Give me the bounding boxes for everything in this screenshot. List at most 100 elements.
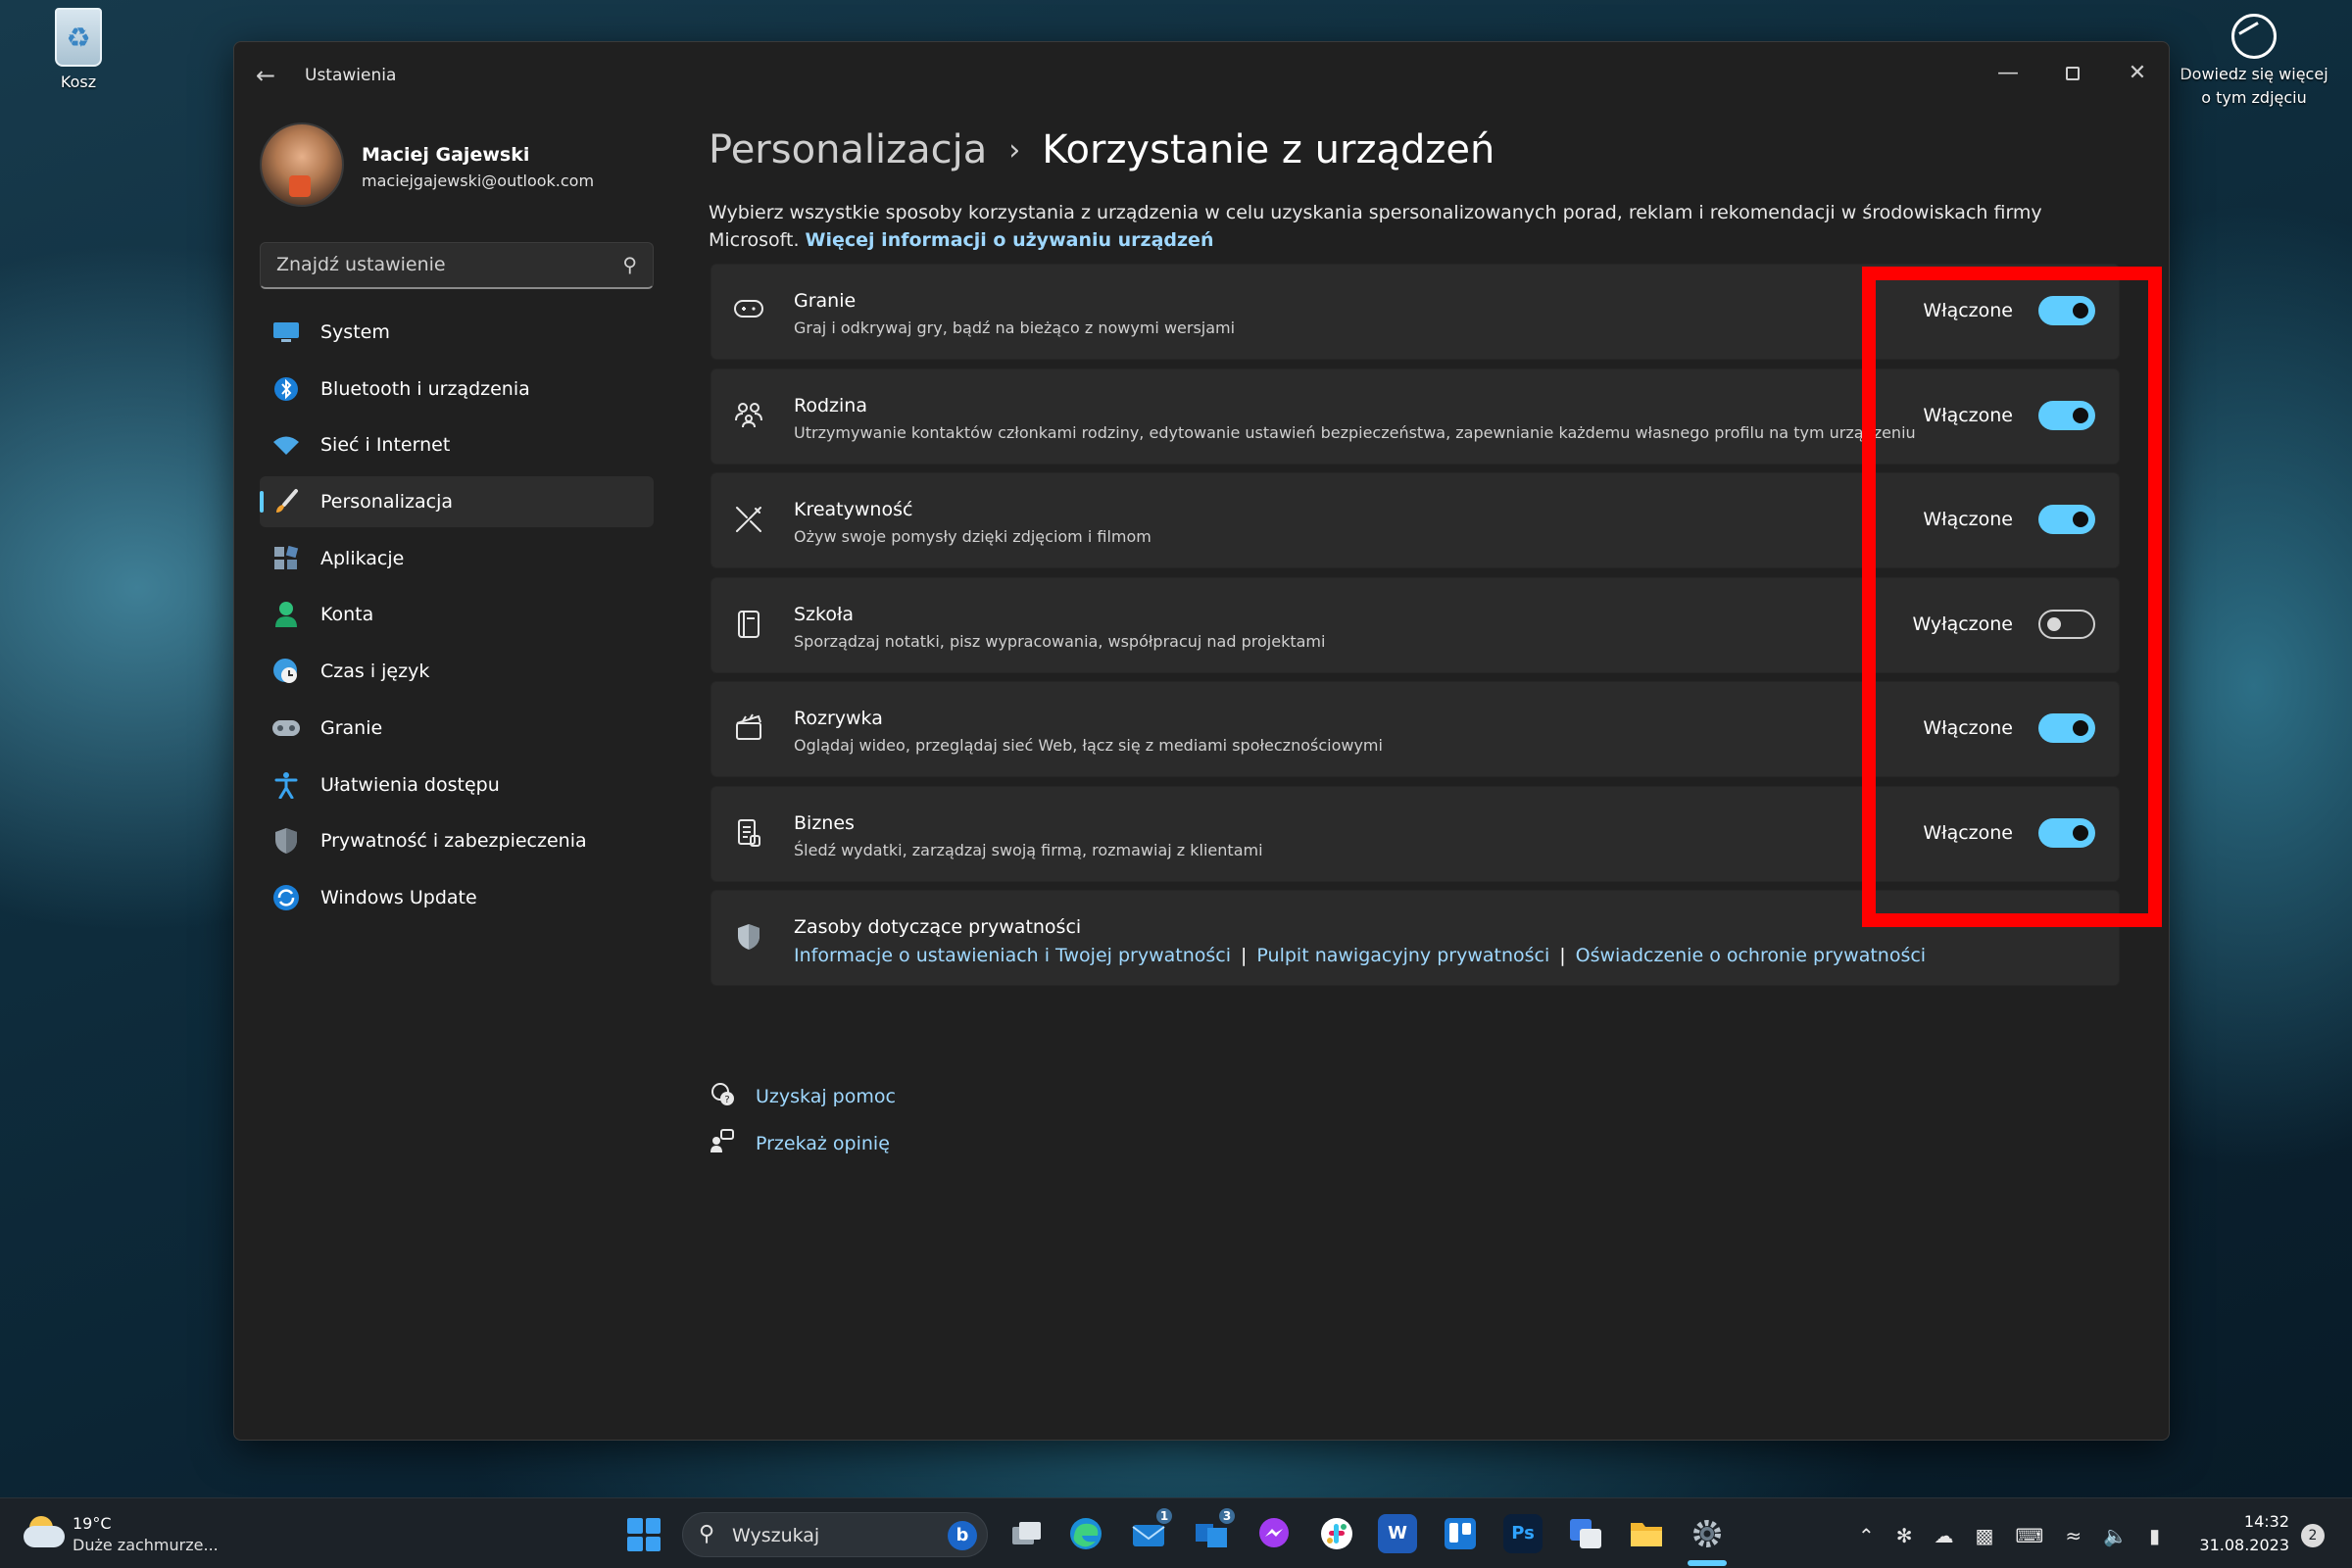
link-separator: | — [1559, 945, 1566, 966]
keyboard-icon[interactable]: ⌨ — [2015, 1524, 2043, 1547]
photoshop-icon[interactable]: Ps — [1503, 1514, 1543, 1553]
clock[interactable]: 14:32 31.08.2023 — [2195, 1510, 2289, 1557]
option-title: Granie — [794, 290, 857, 312]
sidebar-item-label: Czas i język — [320, 661, 430, 683]
active-app-indicator — [1688, 1560, 1727, 1566]
wifi-icon[interactable]: ≈ — [2065, 1524, 2082, 1547]
brush-icon — [271, 487, 301, 516]
windows-logo-tile — [645, 1518, 661, 1534]
sidebar-item-accounts[interactable]: Konta — [260, 589, 654, 640]
sidebar-item-label: Ułatwienia dostępu — [320, 773, 500, 796]
privacy-link-dashboard[interactable]: Pulpit nawigacyjny prywatności — [1256, 945, 1549, 966]
option-title: Rozrywka — [794, 708, 883, 729]
back-arrow-icon[interactable]: ← — [256, 62, 275, 89]
settings-search-box[interactable]: ⚲ — [260, 242, 654, 289]
shield-icon — [733, 922, 764, 954]
breadcrumb-parent[interactable]: Personalizacja — [709, 127, 987, 172]
messenger-icon[interactable] — [1254, 1514, 1294, 1553]
highlight-rectangle — [1862, 267, 2162, 927]
clock-date: 31.08.2023 — [2199, 1536, 2289, 1554]
windows-logo-tile — [645, 1536, 661, 1551]
learn-more-link[interactable]: Więcej informacji o używaniu urządzeń — [806, 229, 1214, 251]
recycle-bin-label: Kosz — [60, 73, 97, 91]
trello-icon[interactable] — [1441, 1514, 1480, 1553]
bluetooth-icon — [271, 374, 301, 404]
person-icon — [271, 600, 301, 629]
maximize-button[interactable] — [2043, 56, 2102, 91]
privacy-links: Informacje o ustawieniach i Twojej prywa… — [794, 945, 1926, 966]
taskbar-search[interactable]: ⚲ Wyszukaj b — [682, 1512, 988, 1557]
option-title: Biznes — [794, 811, 855, 834]
sidebar-item-privacy-security[interactable]: Prywatność i zabezpieczenia — [260, 815, 654, 866]
close-button[interactable]: ✕ — [2108, 56, 2167, 91]
sidebar-item-windows-update[interactable]: Windows Update — [260, 872, 654, 923]
weather-widget[interactable]: 19°C Duże zachmurze... — [24, 1512, 239, 1557]
mail-badge: 1 — [1154, 1506, 1174, 1526]
feedback-link[interactable]: Przekaż opinię — [709, 1120, 896, 1167]
monitor-icon — [271, 318, 301, 347]
document-icon — [733, 818, 764, 850]
page-title: Korzystanie z urządzeń — [1042, 127, 1495, 172]
camera-info-icon — [2231, 14, 2277, 59]
settings-search-input[interactable] — [261, 243, 604, 286]
onedrive-icon[interactable]: ☁ — [1935, 1524, 1954, 1547]
option-subtitle: Sporządzaj notatki, pisz wypracowania, w… — [794, 631, 1326, 651]
chevron-up-icon[interactable]: ⌃ — [1858, 1524, 1875, 1547]
slack-tray-icon[interactable]: ✻ — [1896, 1524, 1913, 1547]
option-subtitle: Utrzymywanie kontaktów członkami rodziny… — [794, 422, 1916, 442]
minimize-button[interactable]: — — [1979, 56, 2037, 91]
svg-text:?: ? — [724, 1095, 729, 1105]
volume-icon[interactable]: 🔈 — [2103, 1524, 2128, 1547]
learn-about-picture-desktop-icon[interactable]: Dowiedz się więcej o tym zdjęciu — [2176, 14, 2332, 110]
feedback-label: Przekaż opinię — [756, 1133, 890, 1154]
task-view-icon[interactable] — [1007, 1514, 1047, 1553]
sidebar-nav: System Bluetooth i urządzenia Sieć i Int… — [260, 307, 654, 929]
privacy-resources-title: Zasoby dotyczące prywatności — [794, 916, 1082, 938]
settings-gear-icon[interactable] — [1688, 1514, 1727, 1553]
user-profile[interactable]: Maciej Gajewski maciejgajewski@outlook.c… — [260, 122, 652, 211]
todo-icon[interactable]: 3 — [1192, 1506, 1237, 1553]
clock-time: 14:32 — [2243, 1512, 2289, 1531]
get-help-label: Uzyskaj pomoc — [756, 1086, 896, 1107]
sidebar-item-personalization[interactable]: Personalizacja — [260, 476, 654, 528]
slack-icon[interactable] — [1317, 1514, 1356, 1553]
creativity-icon — [733, 505, 764, 536]
option-subtitle: Ożyw swoje pomysły dzięki zdjęciom i fil… — [794, 527, 1152, 546]
taskbar-search-label: Wyszukaj — [732, 1525, 820, 1546]
option-title: Kreatywność — [794, 499, 913, 520]
feedback-icon — [709, 1128, 736, 1159]
get-help-link[interactable]: ? Uzyskaj pomoc — [709, 1073, 896, 1120]
display-icon[interactable]: ▩ — [1976, 1524, 1994, 1547]
edge-icon[interactable] — [1066, 1514, 1105, 1553]
sidebar-item-apps[interactable]: Aplikacje — [260, 533, 654, 584]
profile-name: Maciej Gajewski — [362, 144, 530, 166]
privacy-link-settings-info[interactable]: Informacje o ustawieniach i Twojej prywa… — [794, 945, 1231, 966]
sidebar-item-label: Sieć i Internet — [320, 434, 451, 457]
sidebar-item-gaming[interactable]: Granie — [260, 703, 654, 754]
sidebar-item-label: Granie — [320, 716, 383, 739]
option-title: Rodzina — [794, 394, 867, 416]
mail-icon[interactable]: 1 — [1129, 1506, 1174, 1553]
translator-icon[interactable] — [1566, 1514, 1605, 1553]
weather-condition: Duże zachmurze... — [73, 1536, 219, 1554]
apps-icon — [271, 544, 301, 573]
system-tray: ⌃ ✻ ☁ ▩ ⌨ ≈ 🔈 ▮ — [1858, 1518, 2160, 1553]
learn-about-picture-label: Dowiedz się więcej o tym zdjęciu — [2180, 65, 2328, 107]
word-icon[interactable]: W — [1378, 1514, 1417, 1553]
privacy-link-statement[interactable]: Oświadczenie o ochronie prywatności — [1576, 945, 1926, 966]
recycle-bin-desktop-icon[interactable]: Kosz — [43, 8, 114, 91]
notebook-icon — [733, 610, 764, 641]
sidebar-item-accessibility[interactable]: Ułatwienia dostępu — [260, 760, 654, 810]
sidebar-item-network[interactable]: Sieć i Internet — [260, 419, 654, 470]
battery-icon[interactable]: ▮ — [2149, 1524, 2160, 1547]
sidebar-item-label: Personalizacja — [320, 491, 454, 514]
notification-badge[interactable]: 2 — [2301, 1524, 2325, 1547]
wifi-icon — [271, 430, 301, 460]
start-button[interactable] — [627, 1518, 661, 1551]
search-icon[interactable]: ⚲ — [622, 253, 637, 276]
file-explorer-icon[interactable] — [1627, 1514, 1666, 1553]
taskbar: 19°C Duże zachmurze... ⚲ Wyszukaj b 1 3 … — [0, 1497, 2352, 1568]
sidebar-item-bluetooth[interactable]: Bluetooth i urządzenia — [260, 364, 654, 415]
sidebar-item-system[interactable]: System — [260, 307, 654, 358]
sidebar-item-time-language[interactable]: Czas i język — [260, 646, 654, 697]
